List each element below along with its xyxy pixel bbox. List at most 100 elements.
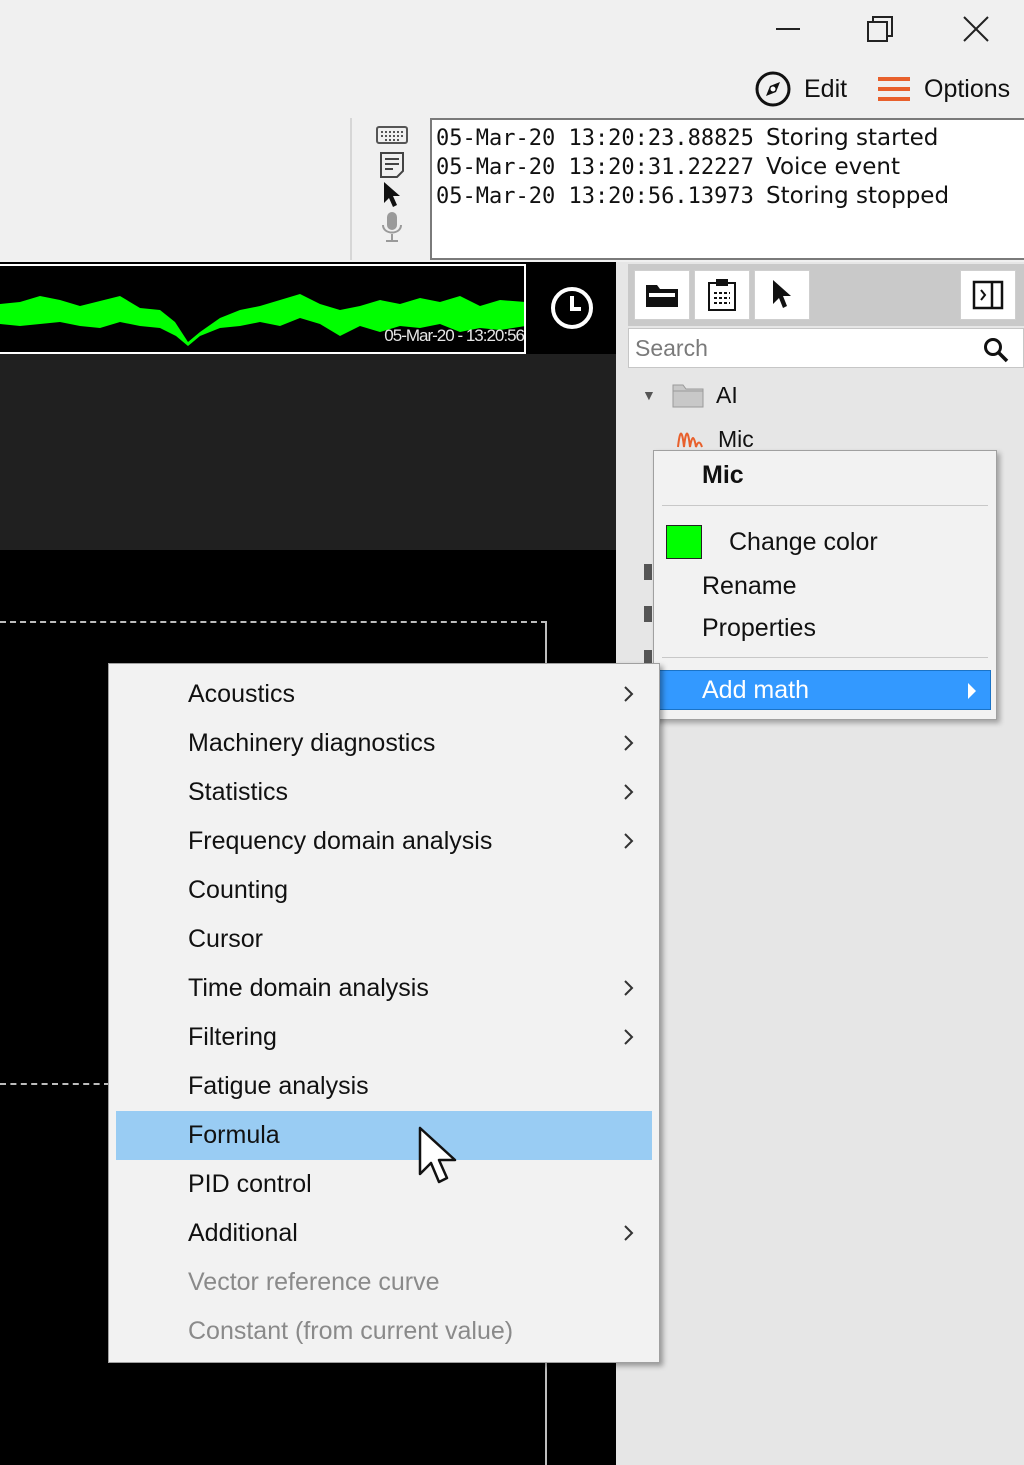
math-menu-item-vector-reference-curve: Vector reference curve [116, 1258, 652, 1307]
chevron-right-icon [624, 1029, 634, 1045]
event-row[interactable]: 05-Mar-20 13:20:23.88825 Storing started [436, 124, 1020, 153]
menu-item-label: Formula [188, 1121, 280, 1149]
hamburger-icon [878, 77, 910, 101]
options-button[interactable]: Options [876, 68, 1010, 110]
math-menu-item-cursor[interactable]: Cursor [116, 915, 652, 964]
select-button[interactable] [754, 270, 810, 320]
chevron-right-icon [624, 833, 634, 849]
microphone-icon[interactable] [376, 212, 408, 242]
submenu-arrow-icon [968, 683, 976, 699]
math-menu-item-pid-control[interactable]: PID control [116, 1160, 652, 1209]
color-swatch [666, 525, 702, 559]
folder-icon [646, 285, 678, 307]
keyboard-icon[interactable] [376, 120, 408, 150]
math-menu-item-additional[interactable]: Additional [116, 1209, 652, 1258]
tree-line [644, 564, 652, 580]
math-menu-item-time-domain-analysis[interactable]: Time domain analysis [116, 964, 652, 1013]
overview-timestamp: 05-Mar-20 - 13:20:56 [384, 326, 524, 345]
chevron-right-icon [624, 735, 634, 751]
chevron-right-icon [624, 784, 634, 800]
menu-item-label: Counting [188, 876, 289, 904]
menu-item-label: Constant (from current value) [188, 1317, 514, 1345]
expand-arrow-icon[interactable]: ▼ [642, 387, 664, 403]
chevron-right-icon [624, 1225, 634, 1241]
math-menu-item-acoustics[interactable]: Acoustics [116, 670, 652, 719]
close-icon [963, 16, 989, 42]
menu-item-label: Machinery diagnostics [188, 729, 436, 757]
menu-item-label: Frequency domain analysis [188, 827, 493, 855]
folder-icon [672, 384, 704, 408]
menu-separator [662, 505, 988, 506]
overview-bar[interactable]: 05-Mar-20 - 13:20:56 [0, 264, 526, 354]
tree-group-ai[interactable]: ▼ AI [642, 378, 738, 412]
channel-toolbar [628, 264, 1024, 326]
event-log[interactable]: 05-Mar-20 13:20:23.88825 Storing started 0… [430, 118, 1024, 260]
menu-item-label: Add math [702, 675, 810, 704]
math-menu-item-formula[interactable]: Formula [116, 1111, 652, 1160]
panel-toggle-button[interactable] [960, 270, 1016, 320]
graph-gridline [545, 1362, 547, 1465]
menu-item-label: Cursor [188, 925, 264, 953]
menu-item-label: Rename [702, 571, 797, 600]
toolbar-divider [350, 118, 352, 260]
minimize-button[interactable] [766, 8, 810, 50]
event-time: 05-Mar-20 13:20:56.13973 [436, 184, 754, 209]
menu-item-label: Fatigue analysis [188, 1072, 369, 1100]
event-row[interactable]: 05-Mar-20 13:20:31.22227 Voice event [436, 153, 1020, 182]
chevron-right-icon [624, 980, 634, 996]
pointer-icon [773, 280, 791, 308]
menu-item-label: Acoustics [188, 680, 295, 708]
tree-group-label: AI [716, 381, 738, 408]
search-box [628, 328, 1024, 368]
graph-gridline [545, 621, 547, 665]
pointer-icon[interactable] [376, 180, 408, 210]
math-menu-item-statistics[interactable]: Statistics [116, 768, 652, 817]
note-icon[interactable] [376, 150, 408, 180]
folder-button[interactable] [634, 270, 690, 320]
math-menu-item-machinery-diagnostics[interactable]: Machinery diagnostics [116, 719, 652, 768]
mouse-cursor-icon [418, 1126, 457, 1184]
chevron-right-icon [624, 686, 634, 702]
menu-item-label: Change color [729, 527, 878, 556]
search-input[interactable] [635, 333, 975, 363]
math-menu-item-filtering[interactable]: Filtering [116, 1013, 652, 1062]
menu-item-change-color[interactable]: Change color [654, 522, 996, 562]
options-label: Options [924, 74, 1011, 103]
menu-item-label: Statistics [188, 778, 289, 806]
menu-item-properties[interactable]: Properties [654, 608, 996, 648]
math-menu-item-constant-from-current-value: Constant (from current value) [116, 1307, 652, 1356]
restore-button[interactable] [858, 8, 902, 50]
compass-icon [755, 71, 791, 107]
graph-header [0, 354, 616, 550]
clock-icon [551, 287, 593, 329]
context-menu-title: Mic [702, 461, 744, 489]
tree-channel-label: Mic [718, 425, 754, 452]
add-math-submenu: Acoustics Machinery diagnostics Statistics… [108, 663, 660, 1363]
clipboard-button[interactable] [694, 270, 750, 320]
event-time: 05-Mar-20 13:20:31.22227 [436, 155, 754, 180]
menu-separator [662, 657, 988, 658]
math-menu-item-counting[interactable]: Counting [116, 866, 652, 915]
menu-item-label: PID control [188, 1170, 312, 1198]
event-row[interactable]: 05-Mar-20 13:20:56.13973 Storing stopped [436, 182, 1020, 211]
menu-item-label: Properties [702, 613, 816, 642]
menu-item-label: Time domain analysis [188, 974, 429, 1002]
clipboard-icon [708, 279, 736, 311]
event-tools [372, 120, 412, 256]
event-text: Storing stopped [766, 183, 950, 209]
close-button[interactable] [954, 8, 998, 50]
menu-item-label: Filtering [188, 1023, 277, 1051]
math-menu-item-frequency-domain-analysis[interactable]: Frequency domain analysis [116, 817, 652, 866]
search-icon[interactable] [983, 337, 1009, 363]
event-text: Voice event [766, 154, 901, 180]
tree-line [644, 606, 652, 622]
menu-item-label: Additional [188, 1219, 298, 1247]
menu-item-add-math[interactable]: Add math [659, 670, 991, 710]
edit-button[interactable]: Edit [754, 68, 847, 110]
menu-item-rename[interactable]: Rename [654, 566, 996, 606]
menu-item-label: Vector reference curve [188, 1268, 440, 1296]
panel-toggle-icon [972, 280, 1004, 310]
clock-button[interactable] [548, 284, 596, 332]
math-menu-item-fatigue-analysis[interactable]: Fatigue analysis [116, 1062, 652, 1111]
edit-label: Edit [804, 74, 848, 103]
